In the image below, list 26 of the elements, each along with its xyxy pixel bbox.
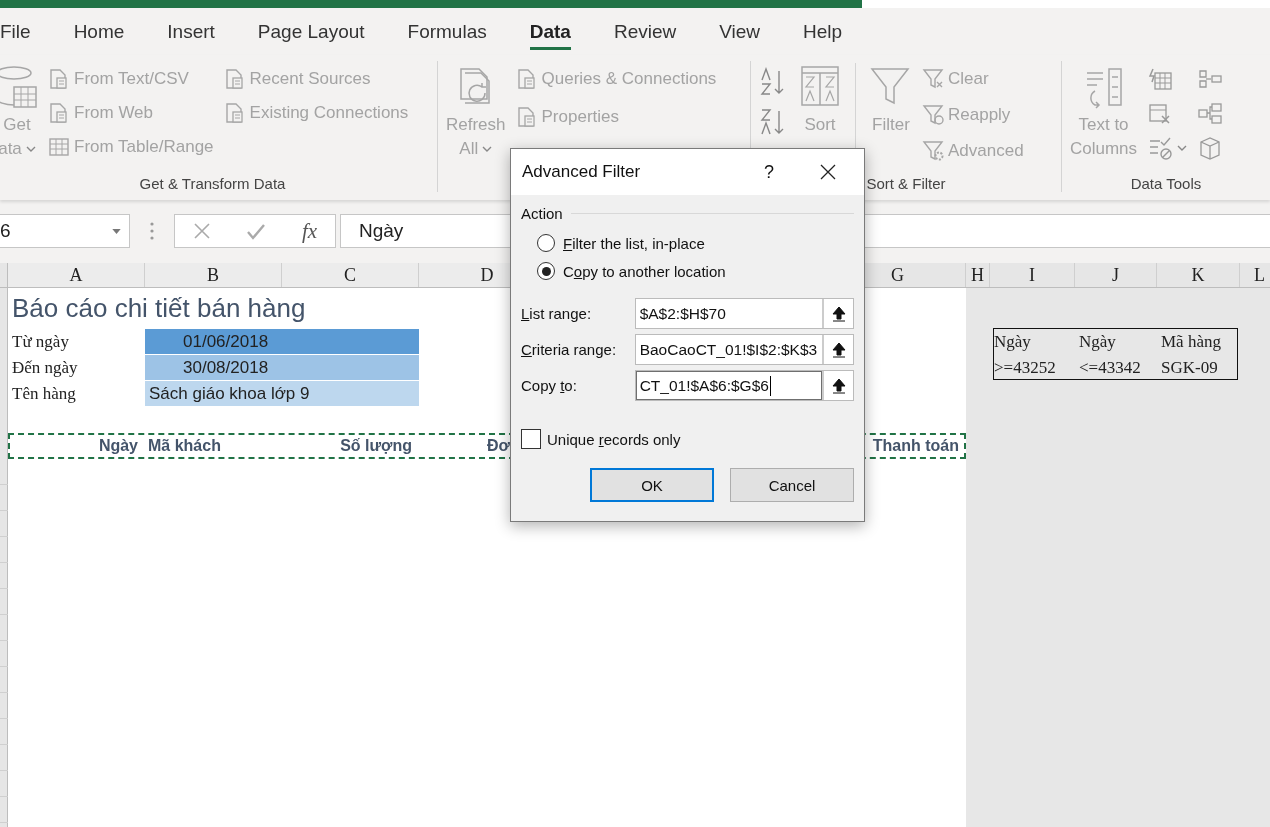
field-label: Criteria range: [521, 341, 618, 358]
dialog-title: Advanced Filter [522, 162, 642, 182]
cell-text: Ngày [1078, 331, 1117, 353]
cell-text: Tên hàng [11, 383, 77, 405]
cell: Đơ [487, 436, 510, 456]
cell-text: <=43342 [1078, 357, 1142, 379]
cell-text: Từ ngày [11, 331, 70, 353]
cell-text: Ngày [993, 331, 1032, 353]
field-label: List range: [521, 305, 593, 322]
cell-text: Ngày [97, 436, 139, 456]
cell-text: Thanh toán [871, 436, 960, 456]
cell-text: Báo cáo chi tiết bán hàng [11, 292, 307, 325]
cell: 30/08/2018 [145, 355, 419, 380]
group-label: Get & Transform Data [138, 175, 287, 192]
cell-text: Số lượng [339, 436, 413, 456]
cell-text: >=43252 [993, 357, 1057, 379]
cell: 01/06/2018 [145, 329, 419, 354]
section-label: Action [521, 205, 563, 222]
group-label: Sort & Filter [865, 175, 947, 192]
group-label: Data Tools [1129, 175, 1203, 192]
cell-text: Đến ngày [11, 357, 79, 379]
cell-text: Mã hàng [1160, 331, 1222, 353]
field-label: Copy to: [521, 377, 578, 394]
cell-text: SGK-09 [1160, 357, 1219, 379]
cell-text: Mã khách [148, 436, 222, 456]
cell: Sách giáo khoa lớp 9 [145, 381, 419, 406]
